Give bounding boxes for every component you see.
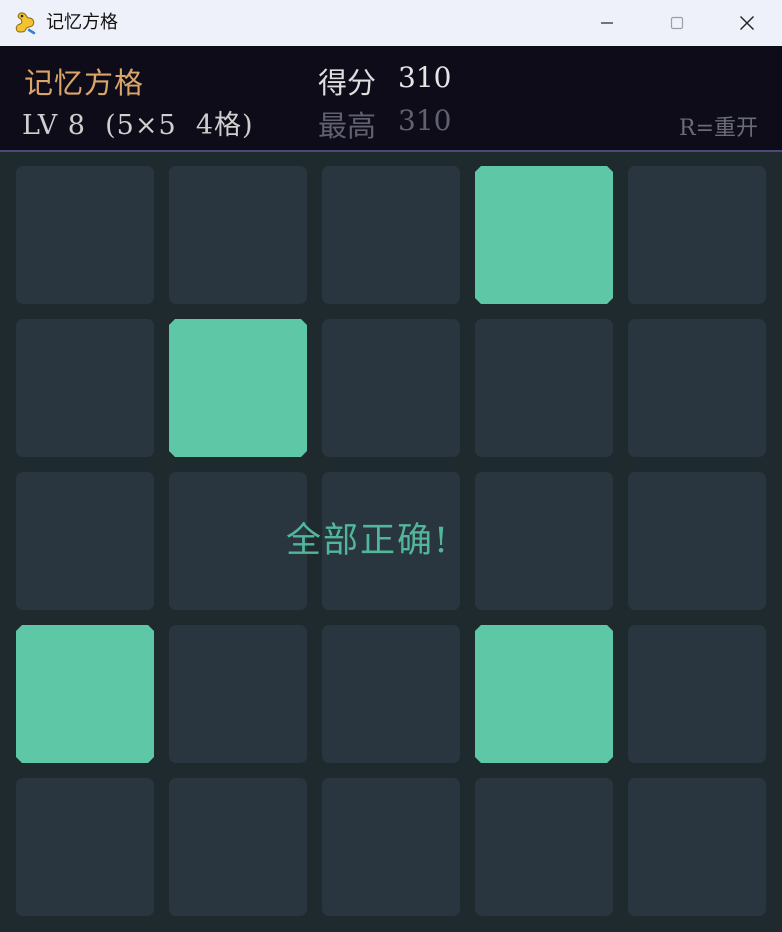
grid-cell-r3-c3[interactable] (322, 472, 460, 610)
grid-cell-r3-c2[interactable] (169, 472, 307, 610)
minimize-icon (601, 22, 613, 24)
grid-cell-r3-c1[interactable] (16, 472, 154, 610)
best-score-label: 最高 (318, 109, 377, 143)
maximize-button[interactable] (642, 0, 712, 46)
score-value: 310 (398, 61, 452, 94)
window-titlebar[interactable]: 记忆方格 (0, 0, 782, 46)
game-title: 记忆方格 (24, 66, 145, 100)
maximize-icon (670, 16, 684, 30)
grid-cell-r4-c3[interactable] (322, 625, 460, 763)
grid-cell-r4-c1[interactable] (16, 625, 154, 763)
game-window: 记忆方格 记忆方格 LV 8 (5×5 4格) 得分 310 最高 310 R=… (0, 0, 782, 932)
grid-cell-r1-c1[interactable] (16, 166, 154, 304)
grid-cell-r1-c4[interactable] (475, 166, 613, 304)
grid-cell-r1-c2[interactable] (169, 166, 307, 304)
hud-panel: 记忆方格 LV 8 (5×5 4格) 得分 310 最高 310 R=重开 (0, 46, 782, 152)
close-button[interactable] (712, 0, 782, 46)
grid-cell-r1-c3[interactable] (322, 166, 460, 304)
grid-cell-r2-c2[interactable] (169, 319, 307, 457)
grid-cell-r3-c4[interactable] (475, 472, 613, 610)
grid-cell-r3-c5[interactable] (628, 472, 766, 610)
restart-hint: R=重开 (679, 116, 758, 141)
grid-cell-r5-c3[interactable] (322, 778, 460, 916)
grid-cell-r4-c4[interactable] (475, 625, 613, 763)
grid-cell-r5-c1[interactable] (16, 778, 154, 916)
grid-cell-r2-c4[interactable] (475, 319, 613, 457)
pygame-snake-icon (12, 10, 38, 36)
best-score-value: 310 (398, 104, 452, 137)
grid-cell-r4-c5[interactable] (628, 625, 766, 763)
level-info: LV 8 (5×5 4格) (22, 110, 254, 141)
grid-cell-r2-c5[interactable] (628, 319, 766, 457)
grid-cell-r5-c5[interactable] (628, 778, 766, 916)
window-title: 记忆方格 (46, 12, 118, 33)
grid-cell-r5-c4[interactable] (475, 778, 613, 916)
grid-cell-r2-c1[interactable] (16, 319, 154, 457)
grid-cell-r4-c2[interactable] (169, 625, 307, 763)
memory-grid (0, 154, 782, 932)
grid-cell-r1-c5[interactable] (628, 166, 766, 304)
close-icon (740, 16, 754, 30)
grid-cell-r2-c3[interactable] (322, 319, 460, 457)
grid-cell-r5-c2[interactable] (169, 778, 307, 916)
minimize-button[interactable] (572, 0, 642, 46)
score-label: 得分 (318, 66, 377, 100)
